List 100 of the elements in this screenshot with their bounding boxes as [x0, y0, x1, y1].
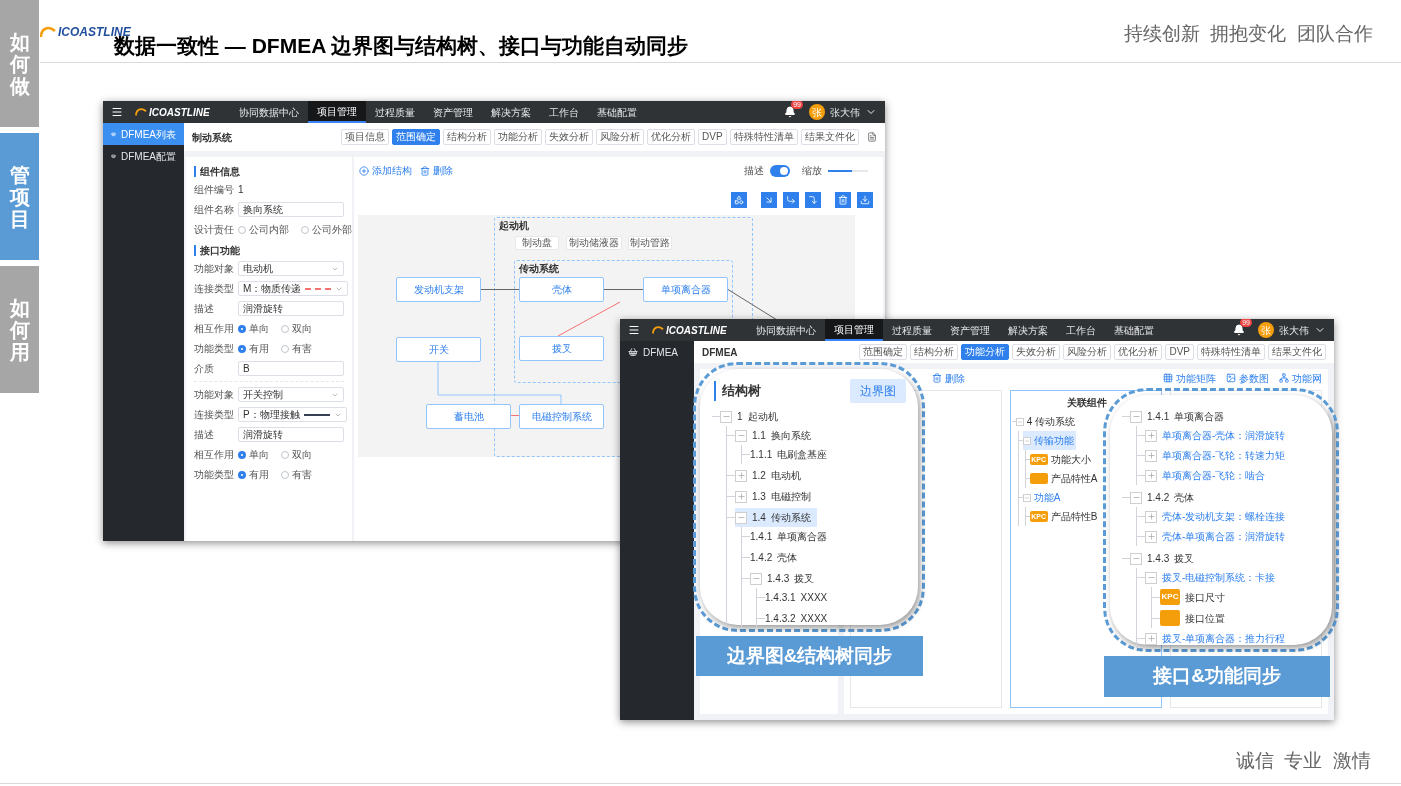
tool-button[interactable]: [857, 192, 873, 208]
nav-tab[interactable]: 协同数据中心: [746, 319, 825, 341]
step-tab[interactable]: 风险分析: [1063, 344, 1112, 360]
collapse-toggle[interactable]: [735, 511, 747, 524]
tree-item[interactable]: 1.4.2 壳体: [750, 548, 804, 567]
radio-option[interactable]: 单向: [238, 321, 269, 336]
tree-item[interactable]: KPC 接口尺寸: [1160, 587, 1231, 607]
collapse-toggle[interactable]: [1015, 417, 1024, 426]
step-tab[interactable]: DVP: [698, 129, 727, 145]
radio-button[interactable]: [238, 470, 246, 479]
step-tab[interactable]: 特殊特性清单: [729, 129, 798, 145]
tree-item[interactable]: 拨叉-单项离合器：推力行程: [1145, 629, 1292, 648]
collapse-toggle[interactable]: [735, 429, 747, 442]
radio-option[interactable]: 有害: [281, 467, 312, 482]
tree-item[interactable]: 4 传动系统: [1015, 412, 1077, 431]
input-field[interactable]: B: [238, 361, 344, 376]
step-tab[interactable]: 优化分析: [1114, 344, 1163, 360]
tree-item[interactable]: 1.2 电动机: [735, 466, 807, 485]
tree-item[interactable]: 1.4.3.2 XXXX: [765, 609, 834, 628]
tree-item[interactable]: 1.1 换向系统: [735, 426, 817, 445]
sidebar-item[interactable]: DFMEA: [620, 341, 694, 363]
diagram-node[interactable]: 拨叉: [519, 336, 604, 361]
toolbar-link[interactable]: 功能矩阵: [1163, 370, 1216, 386]
nav-tab[interactable]: 过程质量: [882, 319, 941, 341]
collapse-toggle[interactable]: [1130, 552, 1142, 565]
nav-tab[interactable]: 工作台: [539, 101, 588, 123]
radio-option[interactable]: 双向: [281, 321, 312, 336]
step-tab[interactable]: 特殊特性清单: [1197, 344, 1265, 360]
toggle-switch[interactable]: [770, 164, 790, 177]
diagram-node[interactable]: 壳体: [519, 277, 604, 302]
nav-tab[interactable]: 基础配置: [1104, 319, 1163, 341]
expand-toggle[interactable]: [1145, 429, 1157, 442]
step-tab[interactable]: 结构分析: [443, 129, 491, 145]
diagram-node[interactable]: 开关: [396, 337, 481, 362]
radio-option[interactable]: 公司外部: [301, 222, 352, 237]
toolbar-link[interactable]: 删除: [420, 163, 453, 178]
toolbar-link[interactable]: 添加结构: [359, 163, 412, 178]
nav-tab[interactable]: 协同数据中心: [229, 101, 308, 123]
collapse-toggle[interactable]: [1130, 491, 1142, 504]
tool-button[interactable]: [835, 192, 851, 208]
expand-toggle[interactable]: [735, 469, 747, 482]
tree-item[interactable]: 1 起动机: [720, 407, 784, 426]
tree-item[interactable]: 功能A: [1022, 488, 1063, 507]
tree-item[interactable]: 1.4.1 单项离合器: [750, 527, 834, 546]
menu-icon[interactable]: [628, 324, 640, 336]
toolbar-link[interactable]: 删除: [932, 370, 965, 386]
input-field[interactable]: 换向系统: [238, 202, 344, 217]
radio-button[interactable]: [238, 344, 246, 353]
tree-item[interactable]: 单项离合器-飞轮：啮合: [1145, 466, 1272, 485]
radio-button[interactable]: [238, 450, 246, 459]
tool-button[interactable]: [731, 192, 747, 208]
zoom-slider-fill[interactable]: [828, 169, 852, 172]
user-name[interactable]: 张大伟: [1279, 322, 1309, 338]
tool-button[interactable]: [783, 192, 799, 208]
step-tab[interactable]: 结果文件化: [800, 129, 859, 145]
tree-item[interactable]: 1.1.1 电刷盒基座: [750, 445, 834, 464]
tree-item[interactable]: 1.4 传动系统: [735, 508, 817, 527]
diagram-node[interactable]: 制动管路: [628, 236, 672, 250]
tree-item[interactable]: 壳体-单项离合器：润滑旋转: [1145, 527, 1292, 546]
step-tab[interactable]: 结构分析: [910, 344, 959, 360]
collapse-toggle[interactable]: [1145, 571, 1157, 584]
nav-tab[interactable]: 解决方案: [998, 319, 1057, 341]
radio-button[interactable]: [238, 324, 246, 333]
tool-button[interactable]: [805, 192, 821, 208]
toolbar-link[interactable]: 参数图: [1226, 370, 1269, 386]
expand-toggle[interactable]: [735, 490, 747, 503]
menu-icon[interactable]: [111, 106, 123, 118]
nav-tab[interactable]: 项目管理: [824, 319, 883, 341]
sidebar-item[interactable]: DFMEA配置: [103, 145, 184, 167]
diagram-node[interactable]: 制动储液器: [566, 236, 622, 250]
select-field[interactable]: P：物理接触: [238, 407, 347, 422]
diagram-node[interactable]: 电磁控制系统: [519, 404, 604, 429]
nav-tab[interactable]: 解决方案: [481, 101, 540, 123]
radio-option[interactable]: 双向: [281, 447, 312, 462]
expand-toggle[interactable]: [1145, 469, 1157, 482]
nav-tab[interactable]: 过程质量: [365, 101, 424, 123]
radio-option[interactable]: 有用: [238, 467, 269, 482]
nav-tab[interactable]: 工作台: [1056, 319, 1105, 341]
bell-icon[interactable]: [784, 106, 796, 118]
collapse-toggle[interactable]: [720, 410, 732, 423]
step-tab[interactable]: 范围确定: [392, 129, 440, 145]
user-name[interactable]: 张大伟: [830, 104, 860, 120]
radio-option[interactable]: 有害: [281, 341, 312, 356]
tree-item[interactable]: 1.4.3.1 XXXX: [765, 588, 834, 607]
diagram-node[interactable]: 制动盘: [515, 236, 559, 250]
diagram-node[interactable]: 单项离合器: [643, 277, 728, 302]
tree-item[interactable]: 1.4.3 拨叉: [1130, 549, 1201, 568]
step-tab[interactable]: 失效分析: [545, 129, 593, 145]
step-tab[interactable]: 风险分析: [596, 129, 644, 145]
tree-item[interactable]: 1.4.3 拨叉: [750, 569, 821, 588]
step-tab[interactable]: 范围确定: [859, 344, 908, 360]
expand-toggle[interactable]: [1145, 510, 1157, 523]
collapse-toggle[interactable]: [1022, 436, 1031, 445]
step-tab[interactable]: 项目信息: [341, 129, 389, 145]
radio-option[interactable]: 公司内部: [238, 222, 289, 237]
step-tab[interactable]: 结果文件化: [1268, 344, 1326, 360]
step-tab[interactable]: 功能分析: [961, 344, 1010, 360]
collapse-toggle[interactable]: [1022, 493, 1031, 502]
tree-item[interactable]: 接口位置: [1160, 608, 1231, 628]
step-tab[interactable]: 优化分析: [647, 129, 695, 145]
